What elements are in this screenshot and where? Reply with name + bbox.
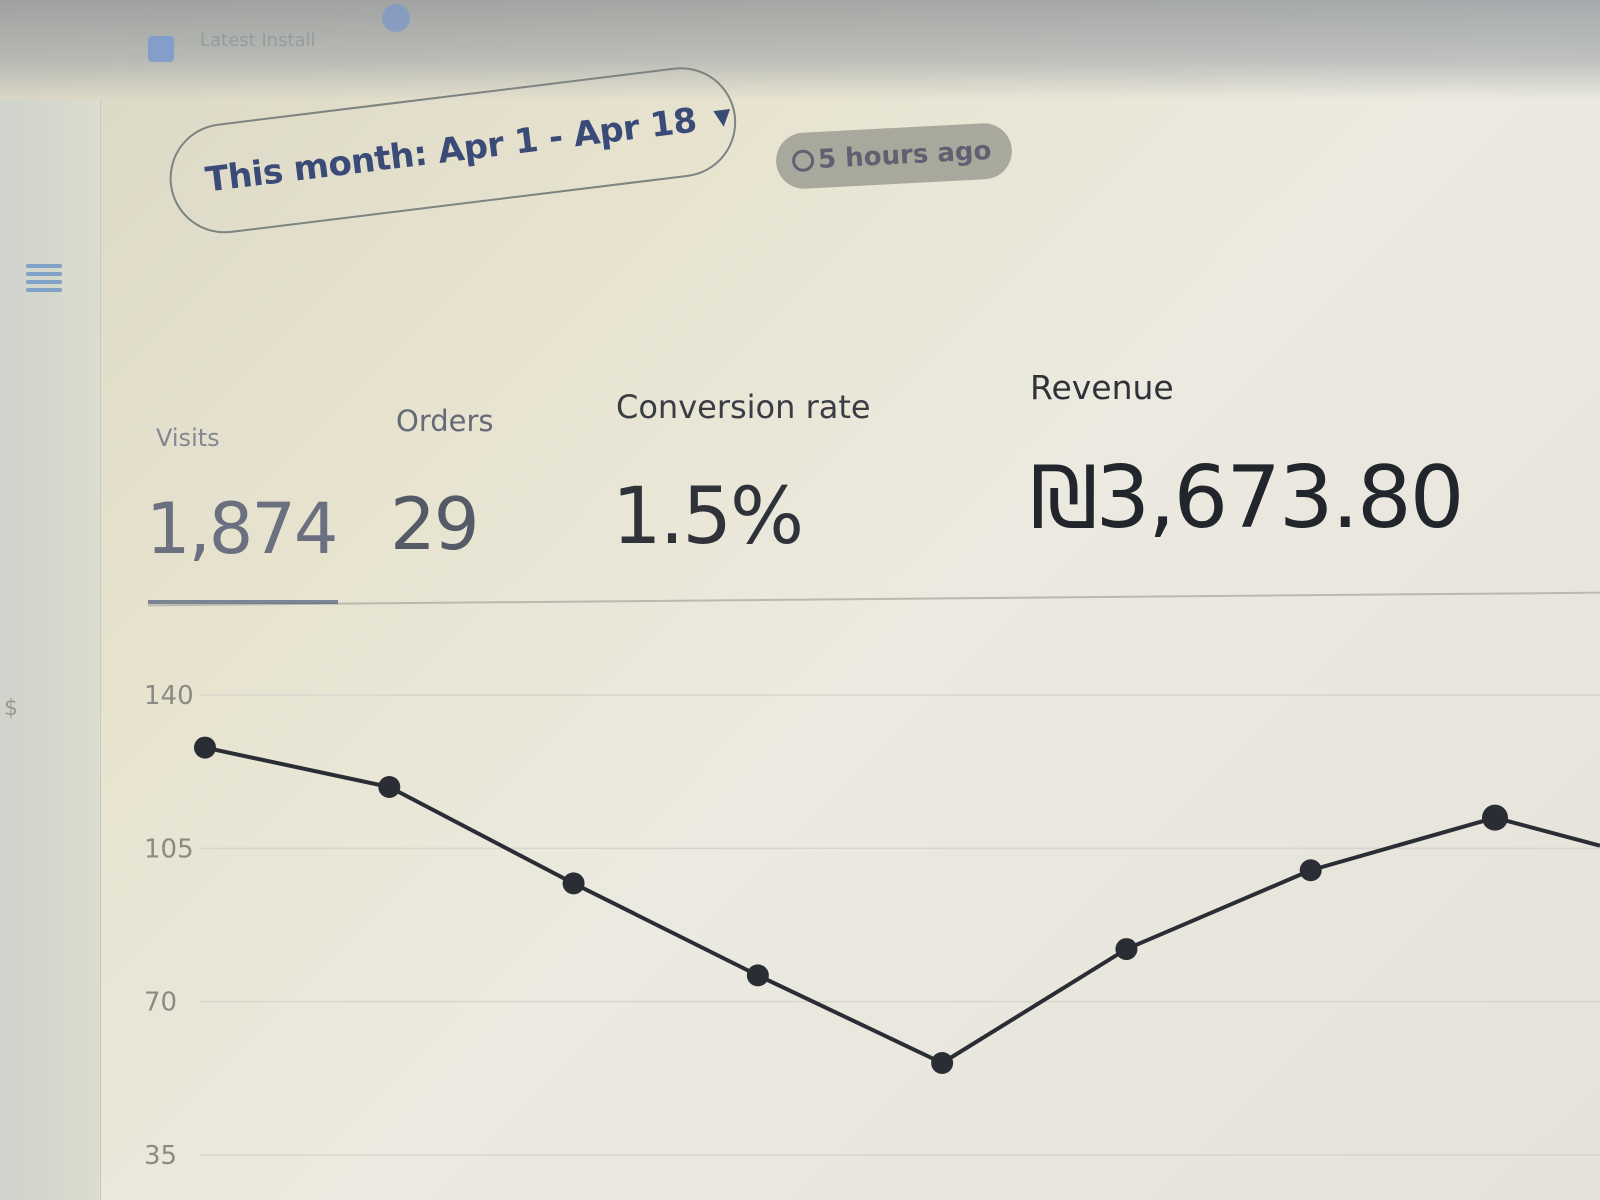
metric-conversion-label[interactable]: Conversion rate bbox=[616, 388, 871, 426]
y-tick-label: 70 bbox=[144, 988, 177, 1018]
metric-revenue-value[interactable]: ₪3,673.80 bbox=[1030, 448, 1464, 548]
metric-orders-label[interactable]: Orders bbox=[396, 404, 494, 438]
data-point[interactable] bbox=[931, 1052, 954, 1074]
metric-conversion-value[interactable]: 1.5% bbox=[612, 472, 804, 562]
caret-down-icon: ▼ bbox=[712, 103, 733, 131]
last-updated-text: 5 hours ago bbox=[817, 135, 993, 175]
app-icon[interactable] bbox=[148, 36, 174, 62]
metric-orders-value[interactable]: 29 bbox=[390, 482, 480, 566]
metric-revenue-label[interactable]: Revenue bbox=[1030, 368, 1174, 407]
visits-line-chart: 140 105 70 35 bbox=[144, 681, 1600, 1171]
last-updated-badge: 5 hours ago bbox=[774, 121, 1014, 191]
data-point[interactable] bbox=[194, 736, 216, 759]
data-point[interactable] bbox=[378, 776, 401, 798]
data-point[interactable] bbox=[1115, 938, 1138, 961]
metrics-divider bbox=[148, 591, 1600, 607]
data-point[interactable] bbox=[746, 964, 769, 987]
data-point[interactable] bbox=[562, 872, 585, 895]
clock-icon bbox=[791, 149, 815, 173]
data-point[interactable] bbox=[1299, 859, 1322, 882]
top-bar: Latest Install bbox=[0, 0, 1600, 100]
menu-icon[interactable] bbox=[26, 260, 62, 296]
currency-icon[interactable]: $ bbox=[4, 696, 18, 721]
sidebar: $ bbox=[0, 100, 101, 1200]
notification-badge[interactable] bbox=[382, 4, 410, 32]
topbar-label[interactable]: Latest Install bbox=[200, 30, 316, 51]
y-tick-label: 35 bbox=[144, 1141, 177, 1171]
data-point[interactable] bbox=[1482, 804, 1508, 831]
metric-visits-label[interactable]: Visits bbox=[156, 424, 220, 452]
series-line bbox=[204, 745, 1496, 1065]
y-tick-label: 105 bbox=[144, 834, 194, 864]
y-tick-label: 140 bbox=[144, 681, 194, 711]
metric-visits-value[interactable]: 1,874 bbox=[146, 488, 338, 570]
series-line-tail bbox=[1494, 815, 1600, 848]
active-metric-indicator bbox=[148, 600, 338, 604]
date-range-label: This month: Apr 1 - Apr 18 bbox=[203, 100, 699, 201]
